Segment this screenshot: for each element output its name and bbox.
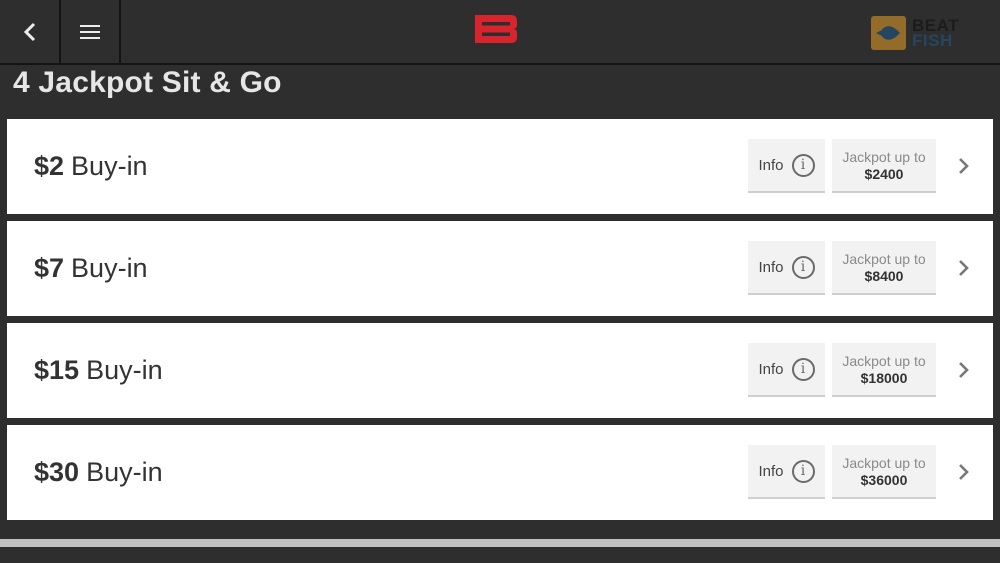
buy-in-label: Buy-in <box>86 355 163 385</box>
jackpot-label: Jackpot up to <box>842 352 926 369</box>
buy-in-label: Buy-in <box>86 457 163 487</box>
info-icon: i <box>791 153 815 177</box>
info-button[interactable]: Info i <box>748 241 825 295</box>
jackpot-button[interactable]: Jackpot up to $36000 <box>832 445 936 499</box>
buy-in-amount: $2 <box>34 151 65 181</box>
spade-icon <box>875 26 900 40</box>
partner-logo: BEAT FISH <box>871 15 981 51</box>
jackpot-label: Jackpot up to <box>842 148 926 165</box>
jackpot-label: Jackpot up to <box>842 454 926 471</box>
game-row[interactable]: $2 Buy-in Info i Jackpot up to $2400 <box>7 119 993 214</box>
game-row[interactable]: $30 Buy-in Info i Jackpot up to $36000 <box>7 425 993 520</box>
brand-logo <box>473 13 519 45</box>
chevron-left-icon <box>23 22 35 41</box>
info-label: Info <box>758 258 784 276</box>
jackpot-button[interactable]: Jackpot up to $8400 <box>832 241 936 295</box>
jackpot-value: $8400 <box>864 267 904 284</box>
info-label: Info <box>758 360 784 378</box>
page-title: 4 Jackpot Sit & Go <box>13 66 282 99</box>
buy-in-title: $7 Buy-in <box>34 221 148 316</box>
info-button[interactable]: Info i <box>748 343 825 397</box>
bottom-divider-bar <box>0 539 1000 547</box>
buy-in-title: $2 Buy-in <box>34 119 148 214</box>
info-icon: i <box>791 357 815 381</box>
info-button[interactable]: Info i <box>748 139 825 193</box>
menu-button[interactable] <box>61 0 121 63</box>
chevron-right-icon[interactable] <box>957 258 971 278</box>
top-bar: BEAT FISH <box>0 0 1000 65</box>
jackpot-label: Jackpot up to <box>842 250 926 267</box>
chevron-right-icon[interactable] <box>957 360 971 380</box>
info-icon: i <box>791 459 815 483</box>
spade-badge <box>871 16 906 50</box>
jackpot-button[interactable]: Jackpot up to $2400 <box>832 139 936 193</box>
info-button[interactable]: Info i <box>748 445 825 499</box>
brand-b-icon <box>475 15 517 43</box>
game-row[interactable]: $7 Buy-in Info i Jackpot up to $8400 <box>7 221 993 316</box>
buy-in-amount: $30 <box>34 457 80 487</box>
buy-in-title: $30 Buy-in <box>34 425 163 520</box>
jackpot-value: $2400 <box>864 165 904 182</box>
jackpot-button[interactable]: Jackpot up to $18000 <box>832 343 936 397</box>
info-label: Info <box>758 462 784 480</box>
buy-in-label: Buy-in <box>71 151 148 181</box>
hamburger-menu-icon <box>80 24 100 39</box>
back-button[interactable] <box>0 0 61 63</box>
jackpot-value: $36000 <box>860 471 908 488</box>
buy-in-label: Buy-in <box>71 253 148 283</box>
buy-in-amount: $7 <box>34 253 65 283</box>
game-list: $2 Buy-in Info i Jackpot up to $2400 $7 … <box>7 119 993 527</box>
chevron-right-icon[interactable] <box>957 156 971 176</box>
info-label: Info <box>758 156 784 174</box>
buy-in-amount: $15 <box>34 355 80 385</box>
buy-in-title: $15 Buy-in <box>34 323 163 418</box>
chevron-right-icon[interactable] <box>957 462 971 482</box>
partner-logo-line2: FISH <box>912 31 953 50</box>
game-row[interactable]: $15 Buy-in Info i Jackpot up to $18000 <box>7 323 993 418</box>
jackpot-value: $18000 <box>860 369 908 386</box>
info-icon: i <box>791 255 815 279</box>
